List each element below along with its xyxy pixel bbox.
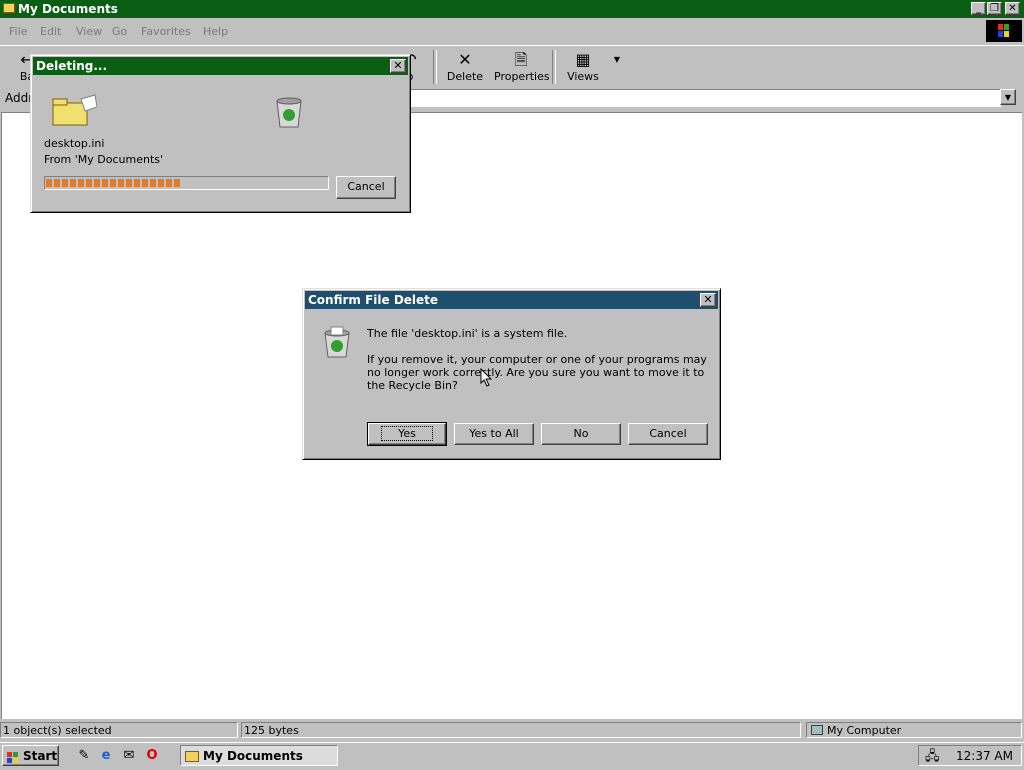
progress-segment	[134, 179, 140, 187]
delete-button[interactable]: ✕ Delete	[444, 50, 486, 86]
delete-label: Delete	[446, 70, 484, 83]
close-button[interactable]: ✕	[1005, 2, 1020, 15]
views-dropdown-button[interactable]: ▼	[610, 50, 624, 86]
views-icon: ▦	[575, 50, 591, 69]
opera-icon[interactable]: O	[143, 747, 161, 765]
no-button[interactable]: No	[541, 423, 621, 445]
deleting-source: From 'My Documents'	[44, 153, 164, 166]
properties-button[interactable]: 🗎 Properties	[494, 50, 550, 86]
progress-segment	[86, 179, 92, 187]
minimize-button[interactable]: _	[971, 2, 986, 15]
progress-segment	[102, 179, 108, 187]
confirm-dialog-title-bar[interactable]: Confirm File Delete ✕	[305, 291, 718, 309]
mouse-cursor-icon	[480, 367, 494, 388]
progress-segment	[118, 179, 124, 187]
deleting-cancel-button[interactable]: Cancel	[336, 176, 396, 199]
progress-segment	[62, 179, 68, 187]
menu-file[interactable]: File	[9, 25, 27, 38]
progress-segment	[78, 179, 84, 187]
yes-button[interactable]: Yes	[367, 422, 447, 446]
cancel-button[interactable]: Cancel	[628, 423, 708, 445]
close-icon[interactable]: ✕	[390, 59, 406, 73]
progress-segment	[46, 179, 52, 187]
progress-segment	[94, 179, 100, 187]
menu-edit[interactable]: Edit	[40, 25, 61, 38]
internet-explorer-icon[interactable]: e	[97, 747, 115, 765]
progress-segment	[158, 179, 164, 187]
start-label: Start	[23, 749, 58, 763]
progress-bar	[44, 176, 329, 190]
progress-segment	[142, 179, 148, 187]
menu-go[interactable]: Go	[112, 25, 127, 38]
confirm-message-line2: If you remove it, your computer or one o…	[367, 353, 707, 392]
progress-segment	[126, 179, 132, 187]
yes-to-all-button[interactable]: Yes to All	[454, 423, 534, 445]
clock[interactable]: 12:37 AM	[956, 746, 1013, 766]
menu-help[interactable]: Help	[203, 25, 228, 38]
deleting-filename: desktop.ini	[44, 137, 105, 150]
views-button[interactable]: ▦ Views	[564, 50, 602, 86]
taskbar-button-my-documents[interactable]: My Documents	[180, 745, 338, 766]
menu-bar: File Edit View Go Favorites Help	[0, 19, 1024, 43]
status-location: My Computer	[806, 722, 1022, 738]
taskbar-button-label: My Documents	[203, 749, 303, 763]
status-bar: 1 object(s) selected 125 bytes My Comput…	[0, 720, 1024, 740]
confirm-message-line1: The file 'desktop.ini' is a system file.	[367, 327, 568, 340]
deleting-dialog: Deleting... ✕ desktop.ini From 'My Docum…	[30, 54, 411, 213]
progress-segment	[174, 179, 180, 187]
deleting-dialog-title: Deleting...	[36, 59, 108, 73]
folder-icon	[185, 751, 199, 762]
yes-button-label: Yes	[381, 426, 433, 441]
show-desktop-icon[interactable]: ✎	[75, 747, 93, 765]
menu-favorites[interactable]: Favorites	[141, 25, 191, 38]
toolbar-separator	[433, 50, 437, 84]
status-selected: 1 object(s) selected	[0, 722, 238, 738]
system-tray: 🖧 12:37 AM	[918, 745, 1022, 766]
start-button[interactable]: Start	[2, 745, 59, 766]
my-computer-icon	[811, 725, 823, 735]
address-input[interactable]	[400, 89, 1001, 107]
address-dropdown-button[interactable]: ▼	[1000, 89, 1016, 105]
status-size: 125 bytes	[241, 722, 801, 738]
recycle-bin-icon	[273, 95, 305, 129]
properties-icon: 🗎	[514, 50, 528, 69]
delete-x-icon: ✕	[458, 50, 472, 69]
folder-icon	[3, 3, 15, 13]
progress-segment	[70, 179, 76, 187]
progress-segment	[166, 179, 172, 187]
window-title: My Documents	[18, 2, 118, 16]
views-label: Views	[567, 70, 599, 83]
address-label: Addr	[5, 91, 34, 105]
progress-segment	[110, 179, 116, 187]
windows-logo-icon	[986, 20, 1022, 42]
windows-flag-icon	[7, 750, 19, 763]
network-icon[interactable]: 🖧	[925, 747, 940, 767]
menu-view[interactable]: View	[76, 25, 102, 38]
restore-button[interactable]: ❐	[987, 2, 1002, 15]
close-icon[interactable]: ✕	[700, 293, 716, 307]
outlook-icon[interactable]: ✉	[120, 747, 138, 765]
status-location-label: My Computer	[827, 724, 902, 737]
confirm-delete-dialog: Confirm File Delete ✕ The file 'desktop.…	[302, 288, 721, 460]
chevron-down-icon: ▼	[613, 55, 621, 64]
window-title-bar[interactable]: My Documents _ ❐ ✕	[0, 0, 1024, 18]
progress-segment	[54, 179, 60, 187]
recycle-bin-icon	[321, 325, 353, 359]
progress-segment	[150, 179, 156, 187]
toolbar-separator	[552, 50, 556, 84]
confirm-dialog-title: Confirm File Delete	[308, 293, 439, 307]
folder-icon	[51, 93, 98, 129]
deleting-dialog-title-bar[interactable]: Deleting... ✕	[33, 57, 408, 75]
properties-label: Properties	[494, 70, 550, 83]
